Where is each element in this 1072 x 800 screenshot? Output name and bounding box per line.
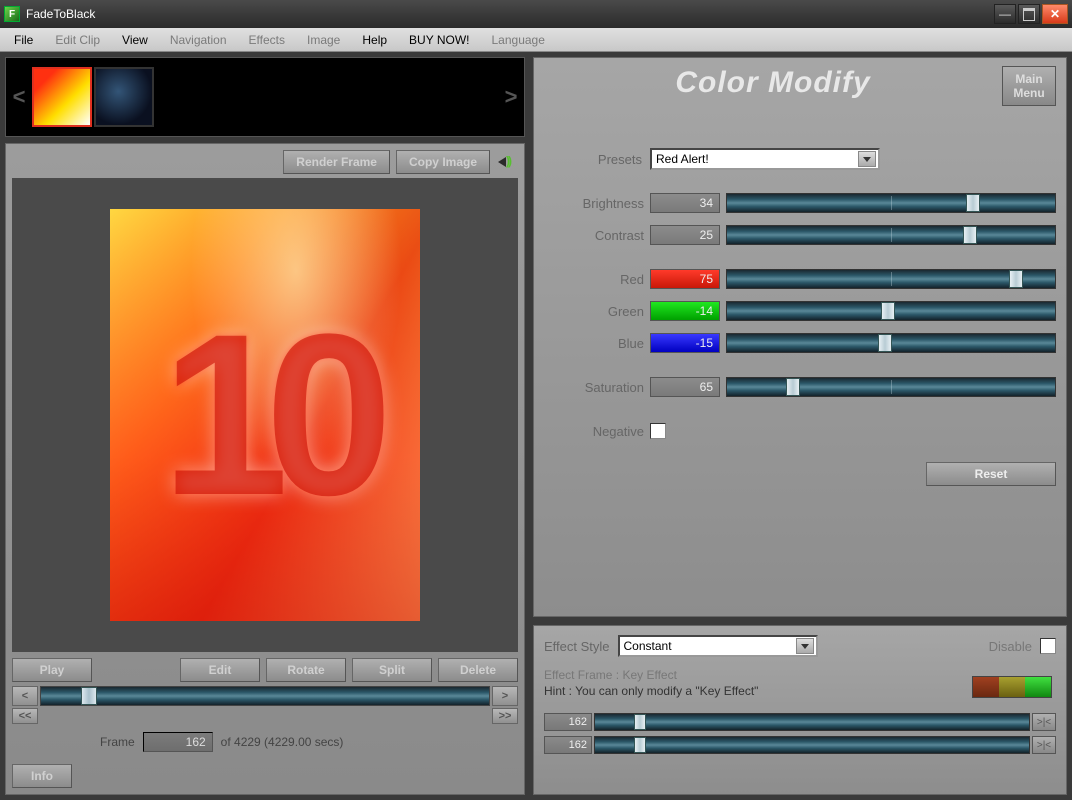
- indicator-green-icon: [1025, 677, 1051, 697]
- green-slider-handle[interactable]: [881, 302, 895, 320]
- range-b-snap-button[interactable]: >|<: [1032, 736, 1056, 754]
- green-value: -14: [650, 301, 720, 321]
- range-b-handle[interactable]: [634, 737, 646, 753]
- green-slider[interactable]: [726, 301, 1056, 321]
- menu-navigation[interactable]: Navigation: [160, 30, 237, 50]
- effect-style-dropdown[interactable]: Constant: [618, 635, 818, 657]
- effect-style-value: Constant: [624, 639, 672, 653]
- effect-indicator-lights: [972, 676, 1052, 698]
- disable-checkbox[interactable]: [1040, 638, 1056, 654]
- menu-help[interactable]: Help: [352, 30, 397, 50]
- presets-dropdown[interactable]: Red Alert!: [650, 148, 880, 170]
- clip-thumbnail-1[interactable]: [32, 67, 92, 127]
- color-modify-panel: Color Modify Main Menu Presets Red Alert…: [533, 57, 1067, 617]
- brightness-value: 34: [650, 193, 720, 213]
- menu-edit-clip[interactable]: Edit Clip: [45, 30, 110, 50]
- window-title: FadeToBlack: [26, 7, 994, 21]
- range-a-value: 162: [544, 713, 592, 731]
- range-a-snap-button[interactable]: >|<: [1032, 713, 1056, 731]
- red-slider[interactable]: [726, 269, 1056, 289]
- effect-style-panel: Effect Style Constant Disable Effect Fra…: [533, 625, 1067, 795]
- menu-bar: File Edit Clip View Navigation Effects I…: [0, 28, 1072, 52]
- range-a-slider[interactable]: [594, 713, 1030, 731]
- contrast-slider-handle[interactable]: [963, 226, 977, 244]
- clip-thumbnail-2[interactable]: [94, 67, 154, 127]
- menu-effects[interactable]: Effects: [239, 30, 295, 50]
- blue-value: -15: [650, 333, 720, 353]
- frame-slider[interactable]: [40, 686, 490, 706]
- reset-button[interactable]: Reset: [926, 462, 1056, 486]
- menu-file[interactable]: File: [4, 30, 43, 50]
- frame-preview: 10: [12, 178, 518, 652]
- frame-preview-image: 10: [110, 209, 420, 621]
- menu-buy-now[interactable]: BUY NOW!: [399, 30, 479, 50]
- frame-slider-handle[interactable]: [81, 687, 97, 705]
- frame-fast-fwd[interactable]: >>: [492, 708, 518, 724]
- range-b-value: 162: [544, 736, 592, 754]
- app-icon: F: [4, 6, 20, 22]
- sound-icon[interactable]: [496, 151, 518, 173]
- menu-image[interactable]: Image: [297, 30, 350, 50]
- maximize-button[interactable]: [1018, 4, 1040, 24]
- saturation-slider[interactable]: [726, 377, 1056, 397]
- filmstrip-next-icon[interactable]: >: [498, 58, 524, 136]
- contrast-value: 25: [650, 225, 720, 245]
- menu-view[interactable]: View: [112, 30, 158, 50]
- contrast-label: Contrast: [544, 228, 644, 243]
- panel-title: Color Modify: [544, 66, 1002, 100]
- split-button[interactable]: Split: [352, 658, 432, 682]
- frame-label: Frame: [100, 735, 135, 749]
- indicator-red-icon: [973, 677, 999, 697]
- chevron-down-icon[interactable]: [796, 638, 814, 654]
- copy-image-button[interactable]: Copy Image: [396, 150, 490, 174]
- frame-value: 162: [143, 732, 213, 752]
- play-button[interactable]: Play: [12, 658, 92, 682]
- frame-step-fwd[interactable]: >: [492, 686, 518, 706]
- rotate-button[interactable]: Rotate: [266, 658, 346, 682]
- red-label: Red: [544, 272, 644, 287]
- render-frame-button[interactable]: Render Frame: [283, 150, 390, 174]
- frame-total-label: of 4229 (4229.00 secs): [221, 735, 344, 749]
- preview-panel: Render Frame Copy Image 10 Play Edit Rot…: [5, 143, 525, 795]
- preview-overlay-text: 10: [110, 209, 420, 621]
- saturation-value: 65: [650, 377, 720, 397]
- indicator-yellow-icon: [999, 677, 1025, 697]
- window-titlebar: F FadeToBlack — ✕: [0, 0, 1072, 28]
- delete-button[interactable]: Delete: [438, 658, 518, 682]
- info-button[interactable]: Info: [12, 764, 72, 788]
- minimize-button[interactable]: —: [994, 4, 1016, 24]
- disable-label: Disable: [989, 639, 1032, 654]
- chevron-down-icon[interactable]: [858, 151, 876, 167]
- negative-label: Negative: [544, 424, 644, 439]
- red-value: 75: [650, 269, 720, 289]
- filmstrip-prev-icon[interactable]: <: [6, 58, 32, 136]
- main-menu-button[interactable]: Main Menu: [1002, 66, 1056, 106]
- frame-fast-back[interactable]: <<: [12, 708, 38, 724]
- saturation-slider-handle[interactable]: [786, 378, 800, 396]
- negative-checkbox[interactable]: [650, 423, 666, 439]
- presets-value: Red Alert!: [656, 152, 709, 166]
- frame-step-back[interactable]: <: [12, 686, 38, 706]
- menu-language[interactable]: Language: [482, 30, 555, 50]
- close-button[interactable]: ✕: [1042, 4, 1068, 24]
- brightness-slider[interactable]: [726, 193, 1056, 213]
- contrast-slider[interactable]: [726, 225, 1056, 245]
- blue-slider[interactable]: [726, 333, 1056, 353]
- clip-filmstrip: < >: [5, 57, 525, 137]
- green-label: Green: [544, 304, 644, 319]
- range-b-slider[interactable]: [594, 736, 1030, 754]
- saturation-label: Saturation: [544, 380, 644, 395]
- blue-slider-handle[interactable]: [878, 334, 892, 352]
- blue-label: Blue: [544, 336, 644, 351]
- range-a-handle[interactable]: [634, 714, 646, 730]
- brightness-label: Brightness: [544, 196, 644, 211]
- effect-style-label: Effect Style: [544, 639, 610, 654]
- red-slider-handle[interactable]: [1009, 270, 1023, 288]
- presets-label: Presets: [544, 152, 644, 167]
- brightness-slider-handle[interactable]: [966, 194, 980, 212]
- edit-button[interactable]: Edit: [180, 658, 260, 682]
